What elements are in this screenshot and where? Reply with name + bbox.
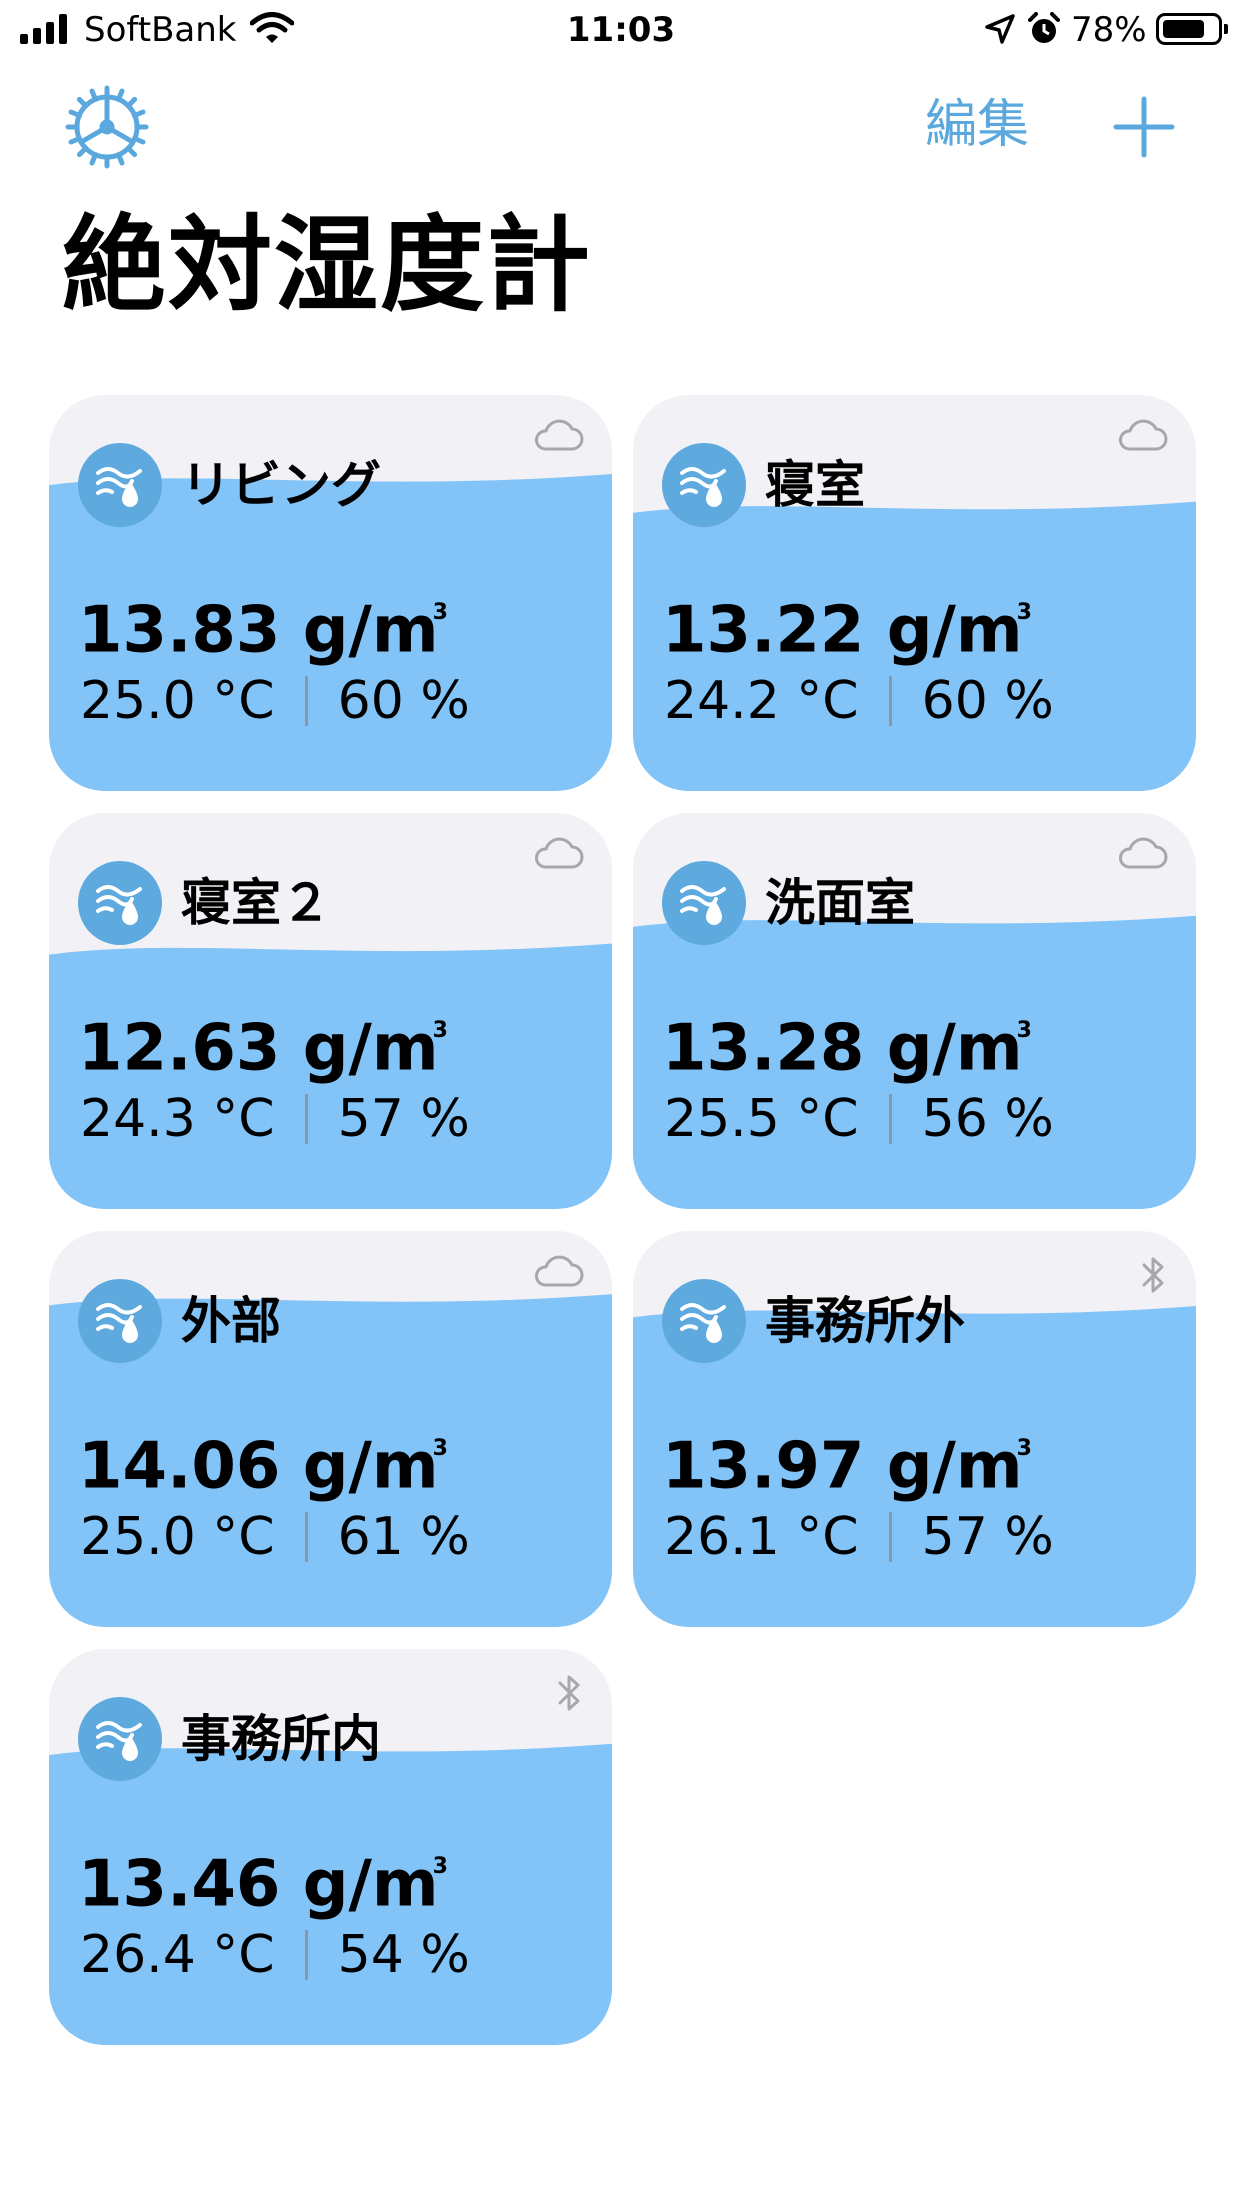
humidity-drop-icon xyxy=(78,1697,162,1781)
humidity-drop-icon xyxy=(662,861,746,945)
unit-superscript: 3 xyxy=(1016,1018,1032,1043)
sensor-name: 寝室 xyxy=(765,456,865,514)
cloud-icon xyxy=(532,417,584,457)
humidity-drop-icon xyxy=(78,443,162,527)
humidity-drop-icon xyxy=(662,1279,746,1363)
sensor-name: 洗面室 xyxy=(765,874,915,932)
divider xyxy=(888,1512,892,1562)
unit-superscript: 3 xyxy=(432,1018,448,1043)
divider xyxy=(304,1512,308,1562)
relative-humidity-value: 56 % xyxy=(921,1089,1054,1149)
sensor-name: 外部 xyxy=(181,1292,281,1350)
relative-humidity-value: 54 % xyxy=(337,1925,470,1985)
sensor-readings: 26.4 °C 54 % xyxy=(80,1923,470,1987)
sensor-card[interactable]: 寝室 13.22 g/m3 24.2 °C 60 % xyxy=(633,395,1196,791)
absolute-humidity-text: 14.06 g/m xyxy=(78,1429,439,1504)
unit-superscript: 3 xyxy=(432,1854,448,1879)
temperature-value: 24.2 °C xyxy=(664,671,859,731)
sensor-readings: 25.5 °C 56 % xyxy=(664,1087,1054,1151)
bluetooth-icon xyxy=(1138,1253,1168,1301)
humidity-drop-icon xyxy=(78,1279,162,1363)
temperature-value: 26.1 °C xyxy=(664,1507,859,1567)
divider xyxy=(304,676,308,726)
absolute-humidity-text: 12.63 g/m xyxy=(78,1011,439,1086)
add-button[interactable] xyxy=(1112,95,1176,159)
absolute-humidity-text: 13.83 g/m xyxy=(78,593,439,668)
absolute-humidity-text: 13.46 g/m xyxy=(78,1847,439,1922)
unit-superscript: 3 xyxy=(1016,600,1032,625)
unit-superscript: 3 xyxy=(432,1436,448,1461)
sensor-card[interactable]: 事務所外 13.97 g/m3 26.1 °C 57 % xyxy=(633,1231,1196,1627)
temperature-value: 25.0 °C xyxy=(80,671,275,731)
sensor-card[interactable]: 洗面室 13.28 g/m3 25.5 °C 56 % xyxy=(633,813,1196,1209)
battery-icon xyxy=(1156,13,1228,45)
alarm-clock-icon xyxy=(1027,12,1061,50)
sensor-card[interactable]: 外部 14.06 g/m3 25.0 °C 61 % xyxy=(49,1231,612,1627)
absolute-humidity-value: 14.06 g/m3 xyxy=(78,1421,448,1504)
temperature-value: 25.0 °C xyxy=(80,1507,275,1567)
sensor-readings: 24.3 °C 57 % xyxy=(80,1087,470,1151)
relative-humidity-value: 60 % xyxy=(337,671,470,731)
absolute-humidity-value: 13.28 g/m3 xyxy=(662,1003,1032,1086)
absolute-humidity-text: 13.22 g/m xyxy=(662,593,1023,668)
plus-icon xyxy=(1113,96,1175,158)
unit-superscript: 3 xyxy=(1016,1436,1032,1461)
sensor-name: 事務所外 xyxy=(765,1292,965,1350)
temperature-value: 25.5 °C xyxy=(664,1089,859,1149)
sensor-readings: 25.0 °C 60 % xyxy=(80,669,470,733)
page-title: 絶対湿度計 xyxy=(62,204,593,326)
unit-superscript: 3 xyxy=(432,600,448,625)
divider xyxy=(888,1094,892,1144)
cloud-icon xyxy=(532,835,584,875)
bluetooth-icon xyxy=(554,1671,584,1719)
absolute-humidity-value: 12.63 g/m3 xyxy=(78,1003,448,1086)
absolute-humidity-value: 13.83 g/m3 xyxy=(78,585,448,668)
sensor-readings: 25.0 °C 61 % xyxy=(80,1505,470,1569)
relative-humidity-value: 57 % xyxy=(921,1507,1054,1567)
sensor-card[interactable]: 事務所内 13.46 g/m3 26.4 °C 54 % xyxy=(49,1649,612,2045)
absolute-humidity-value: 13.46 g/m3 xyxy=(78,1839,448,1922)
sensor-readings: 26.1 °C 57 % xyxy=(664,1505,1054,1569)
status-bar: SoftBank 11:03 78% xyxy=(0,0,1242,62)
temperature-value: 26.4 °C xyxy=(80,1925,275,1985)
sensor-name: リビング xyxy=(181,456,381,514)
sensor-card[interactable]: 寝室２ 12.63 g/m3 24.3 °C 57 % xyxy=(49,813,612,1209)
relative-humidity-value: 60 % xyxy=(921,671,1054,731)
divider xyxy=(304,1094,308,1144)
settings-button[interactable] xyxy=(64,84,150,170)
relative-humidity-value: 57 % xyxy=(337,1089,470,1149)
sensor-readings: 24.2 °C 60 % xyxy=(664,669,1054,733)
cloud-icon xyxy=(1116,835,1168,875)
battery-percentage: 78% xyxy=(1071,10,1147,50)
humidity-drop-icon xyxy=(662,443,746,527)
cloud-icon xyxy=(532,1253,584,1293)
humidity-drop-icon xyxy=(78,861,162,945)
divider xyxy=(304,1930,308,1980)
sensor-name: 事務所内 xyxy=(181,1710,381,1768)
divider xyxy=(888,676,892,726)
edit-button[interactable]: 編集 xyxy=(925,92,1029,158)
absolute-humidity-value: 13.22 g/m3 xyxy=(662,585,1032,668)
relative-humidity-value: 61 % xyxy=(337,1507,470,1567)
location-arrow-icon xyxy=(985,14,1015,48)
absolute-humidity-text: 13.97 g/m xyxy=(662,1429,1023,1504)
gear-icon xyxy=(65,85,149,169)
sensor-card[interactable]: リビング 13.83 g/m3 25.0 °C 60 % xyxy=(49,395,612,791)
absolute-humidity-value: 13.97 g/m3 xyxy=(662,1421,1032,1504)
temperature-value: 24.3 °C xyxy=(80,1089,275,1149)
sensor-name: 寝室２ xyxy=(181,874,331,932)
cloud-icon xyxy=(1116,417,1168,457)
absolute-humidity-text: 13.28 g/m xyxy=(662,1011,1023,1086)
